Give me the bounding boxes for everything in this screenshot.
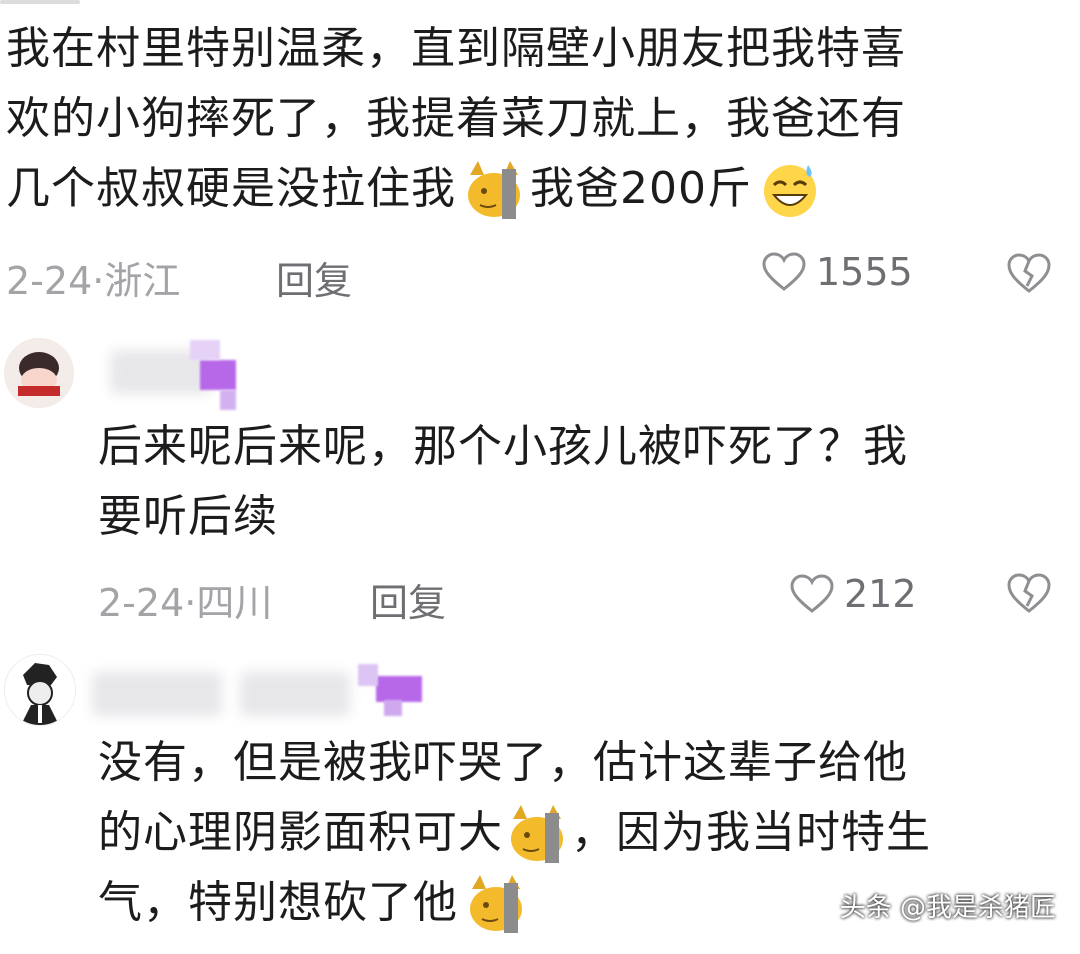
broken-heart-icon[interactable] <box>1006 252 1052 294</box>
heart-outline-icon <box>762 252 806 291</box>
username-blurred <box>92 672 222 716</box>
avatar[interactable] <box>4 654 76 726</box>
comment-2-like-count: 212 <box>844 572 917 616</box>
avatar[interactable] <box>4 338 74 408</box>
cat-facepalm-emoji-icon <box>466 873 526 933</box>
comment-2-like-button[interactable]: 212 <box>790 572 917 616</box>
comment-2-date: 2-24 <box>98 581 185 625</box>
comment-1-location: 浙江 <box>104 259 181 303</box>
comment-1-reply-button[interactable]: 回复 <box>276 250 352 305</box>
comment-1-body: 我在村里特别温柔，直到隔壁小朋友把我特喜 欢的小狗摔死了，我提着菜刀就上，我爸还… <box>6 14 1066 224</box>
comment-1-like-count: 1555 <box>816 250 913 294</box>
comment-2-line-2: 要听后续 <box>98 491 278 542</box>
mosaic-block <box>220 390 236 410</box>
comment-2-location: 四川 <box>196 581 273 625</box>
comment-1-line-2: 欢的小狗摔死了，我提着菜刀就上，我爸还有 <box>6 93 906 144</box>
cat-facepalm-emoji-icon <box>464 159 524 219</box>
heart-outline-icon <box>790 574 834 613</box>
comment-3-line-2-tail: ，因为我当时特生 <box>571 807 931 858</box>
mosaic-block <box>384 700 402 716</box>
comment-2-reply-button[interactable]: 回复 <box>370 572 446 627</box>
comment-1-date: 2-24 <box>6 259 93 303</box>
comment-1-meta: 2-24·浙江 <box>6 259 181 303</box>
comment-3-line-3-text: 气，特别想砍了他 <box>98 877 458 928</box>
comment-3-line-2-text: 的心理阴影面积可大 <box>98 807 503 858</box>
comment-1-line-3-text: 几个叔叔硬是没拉住我 <box>6 163 456 214</box>
comment-3-line-2: 的心理阴影面积可大 ，因为我当时特生 <box>98 798 1058 868</box>
mosaic-block <box>358 664 378 686</box>
username-blurred <box>240 672 350 716</box>
broken-heart-icon[interactable] <box>1006 572 1052 614</box>
comment-2-body: 后来呢后来呢，那个小孩儿被吓死了？我 要听后续 <box>98 412 1058 552</box>
comment-3-line-1: 没有，但是被我吓哭了，估计这辈子给他 <box>98 737 908 788</box>
comment-1-line-3: 几个叔叔硬是没拉住我 我爸200斤 <box>6 154 1066 224</box>
laugh-sweat-emoji-icon <box>760 159 820 219</box>
top-cut-divider <box>0 0 80 4</box>
comment-1-line-1: 我在村里特别温柔，直到隔壁小朋友把我特喜 <box>6 23 906 74</box>
comment-2-meta: 2-24·四川 <box>98 581 273 625</box>
mosaic-block <box>200 360 236 390</box>
mosaic-block <box>376 676 422 702</box>
watermark: 头条 @我是杀猪匠 <box>839 893 1056 923</box>
comment-2-line-1: 后来呢后来呢，那个小孩儿被吓死了？我 <box>98 421 908 472</box>
mosaic-block <box>190 340 220 360</box>
cat-facepalm-emoji-icon <box>507 803 567 863</box>
comment-1-like-button[interactable]: 1555 <box>762 250 913 294</box>
comment-1-line-3-tail: 我爸200斤 <box>530 163 752 214</box>
